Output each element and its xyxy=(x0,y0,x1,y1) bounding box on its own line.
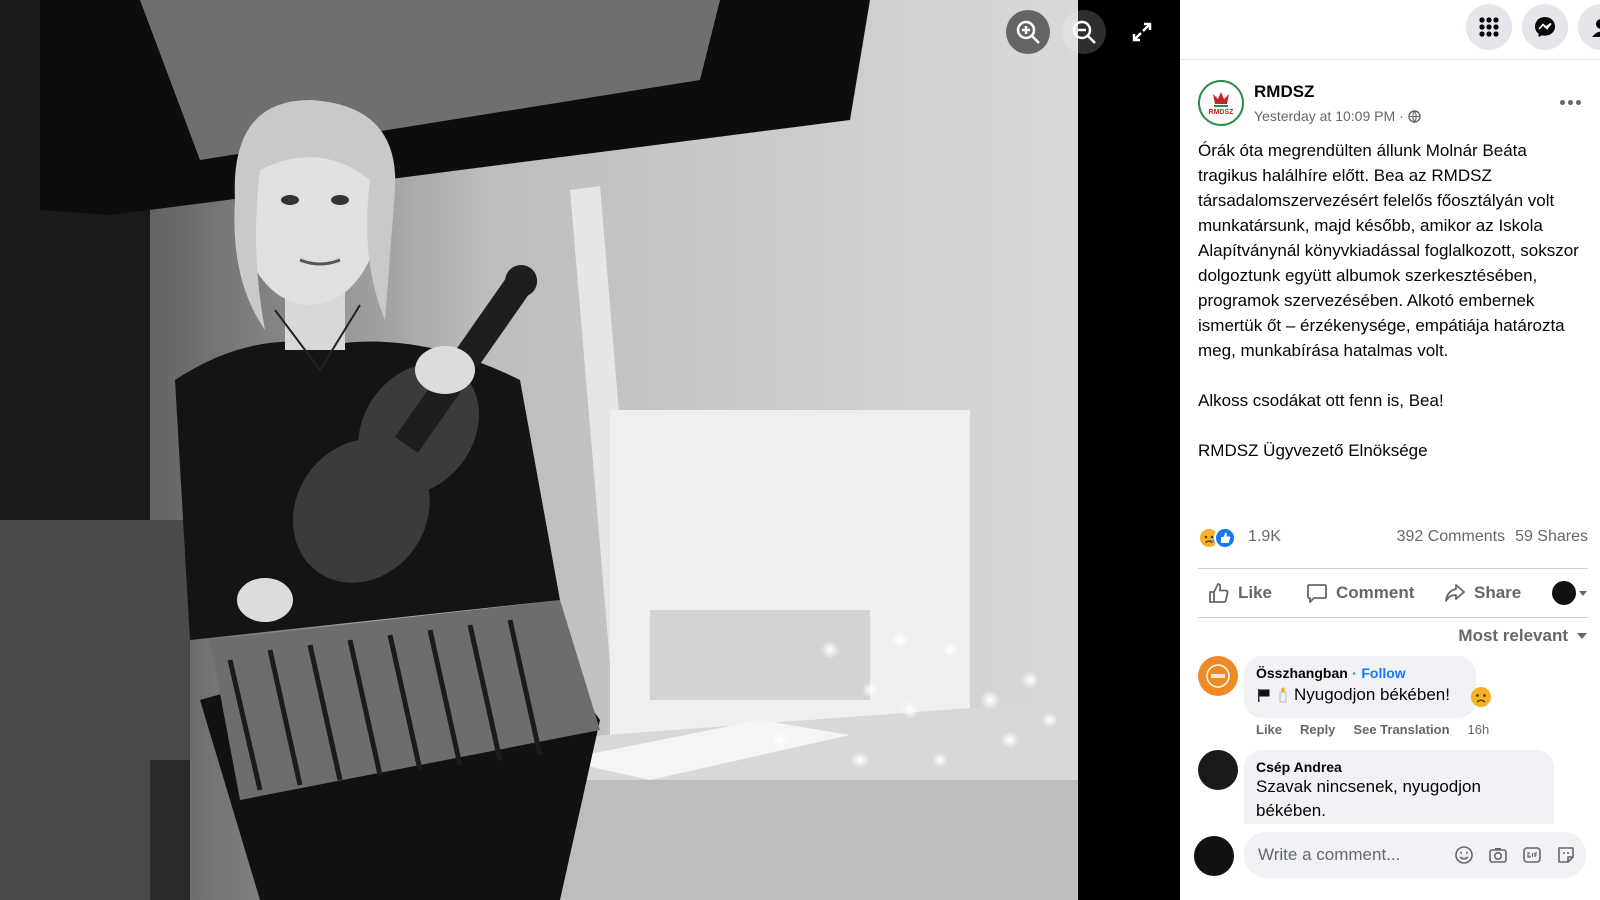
page-avatar[interactable]: RMDSZ xyxy=(1198,80,1244,126)
comment-item: Összhangban · Follow Nyugodjon békében! xyxy=(1198,656,1588,742)
comment-item: Csép Andrea Szavak nincsenek, nyugodjon … xyxy=(1198,750,1588,824)
share-label: Share xyxy=(1474,583,1522,602)
comment-sort-dropdown[interactable]: Most relevant xyxy=(1458,626,1588,646)
follow-link[interactable]: Follow xyxy=(1361,665,1405,681)
post-timestamp[interactable]: Yesterday at 10:09 PM xyxy=(1254,108,1395,124)
shares-count[interactable]: 59 Shares xyxy=(1515,528,1588,546)
comment-composer xyxy=(1194,832,1588,880)
top-navigation-bar xyxy=(1180,0,1600,60)
comment-bubble: Csép Andrea Szavak nincsenek, nyugodjon … xyxy=(1244,750,1554,824)
sticker-icon xyxy=(1558,847,1574,863)
sad-emoji-icon[interactable] xyxy=(1470,686,1492,708)
user-avatar[interactable] xyxy=(1194,836,1234,876)
sort-label: Most relevant xyxy=(1458,626,1568,645)
share-button[interactable]: Share xyxy=(1444,582,1521,604)
meta-separator: · xyxy=(1399,108,1404,124)
comment-actions: Like Reply See Translation 16h xyxy=(1256,722,1489,737)
globe-icon xyxy=(1408,109,1421,123)
comment-reply-link[interactable]: Reply xyxy=(1300,722,1335,737)
page-logo-icon xyxy=(1206,664,1230,688)
commenter-avatar[interactable] xyxy=(1198,750,1238,790)
post-paragraph: Alkoss csodákat ott fenn is, Bea! xyxy=(1198,391,1444,410)
caret-down-icon xyxy=(1577,633,1587,639)
reaction-count[interactable]: 1.9K xyxy=(1248,528,1281,546)
post-body: Órák óta megrendülten állunk Molnár Beát… xyxy=(1198,138,1588,463)
messenger-button[interactable] xyxy=(1522,4,1568,50)
post-meta: Yesterday at 10:09 PM · xyxy=(1254,108,1421,124)
fullscreen-button[interactable] xyxy=(1120,10,1164,54)
comments-count[interactable]: 392 Comments xyxy=(1397,528,1506,546)
tulip-logo-icon xyxy=(1213,92,1229,107)
post-header: RMDSZ RMDSZ Yesterday at 10:09 PM · xyxy=(1198,80,1588,132)
photo-image xyxy=(0,0,1078,900)
comment-input[interactable] xyxy=(1258,832,1448,878)
fullscreen-icon xyxy=(1132,22,1152,42)
comment-text: Szavak nincsenek, nyugodjon békében. xyxy=(1256,777,1481,820)
photo-viewer xyxy=(0,0,1180,900)
account-button[interactable] xyxy=(1578,4,1600,50)
emoji-button[interactable] xyxy=(1454,845,1474,865)
post-paragraph: Órák óta megrendülten állunk Molnár Beát… xyxy=(1198,141,1579,360)
comment-label: Comment xyxy=(1336,583,1415,602)
camera-icon xyxy=(1489,848,1507,863)
more-dot-icon xyxy=(1559,99,1565,105)
like-label: Like xyxy=(1238,583,1273,602)
reaction-icons[interactable] xyxy=(1198,527,1248,551)
more-dot-icon xyxy=(1575,99,1581,105)
comment-bubble-icon xyxy=(1307,584,1327,603)
engagement-counts: 392 Comments 59 Shares xyxy=(1397,528,1588,546)
more-options-button[interactable] xyxy=(1552,90,1588,114)
follow-separator: · xyxy=(1352,665,1357,681)
zoom-in-button[interactable] xyxy=(1006,10,1050,54)
comment-text-row: Nyugodjon békében! xyxy=(1256,683,1464,707)
comment-input-box xyxy=(1244,832,1586,878)
like-button[interactable]: Like xyxy=(1208,582,1272,604)
zoom-in-icon xyxy=(1016,20,1040,44)
candle-icon xyxy=(1279,687,1287,703)
black-flag-icon xyxy=(1258,689,1270,702)
post-side-panel: RMDSZ RMDSZ Yesterday at 10:09 PM · Órák… xyxy=(1180,60,1600,900)
messenger-icon xyxy=(1535,17,1555,37)
photo-button[interactable] xyxy=(1488,845,1508,865)
post-actions-bar: Like Comment Share xyxy=(1198,568,1588,618)
menu-button[interactable] xyxy=(1466,4,1512,50)
comment-author[interactable]: Csép Andrea xyxy=(1256,759,1542,775)
comment-author[interactable]: Összhangban xyxy=(1256,665,1348,681)
user-avatar xyxy=(1552,581,1576,605)
see-translation-link[interactable]: See Translation xyxy=(1353,722,1449,737)
sticker-button[interactable] xyxy=(1556,845,1576,865)
commenter-avatar[interactable] xyxy=(1198,656,1238,696)
page-name-link[interactable]: RMDSZ xyxy=(1254,82,1314,102)
reactions-summary: 1.9K 392 Comments 59 Shares xyxy=(1198,525,1588,553)
composer-tools xyxy=(1454,845,1576,865)
account-icon xyxy=(1592,19,1600,37)
thumbs-up-icon xyxy=(1209,583,1229,603)
post-paragraph: RMDSZ Ügyvezető Elnöksége xyxy=(1198,441,1428,460)
avatar-logo-text: RMDSZ xyxy=(1208,109,1234,116)
zoom-out-icon xyxy=(1072,20,1096,44)
gif-icon xyxy=(1523,847,1541,863)
comment-text: Nyugodjon békében! xyxy=(1294,685,1450,704)
gif-button[interactable] xyxy=(1522,845,1542,865)
smiley-icon xyxy=(1455,846,1473,864)
more-dot-icon xyxy=(1567,99,1573,105)
caret-down-icon xyxy=(1579,591,1587,596)
share-arrow-icon xyxy=(1445,584,1465,602)
comment-button[interactable]: Comment xyxy=(1306,582,1414,604)
like-reaction-icon xyxy=(1214,527,1236,549)
comment-like-link[interactable]: Like xyxy=(1256,722,1282,737)
comment-time[interactable]: 16h xyxy=(1468,722,1490,737)
reaction-identity-selector[interactable] xyxy=(1552,581,1588,605)
comment-bubble: Összhangban · Follow Nyugodjon békében! xyxy=(1244,656,1476,718)
post-photo xyxy=(0,0,1078,900)
grid-menu-icon xyxy=(1479,17,1499,37)
zoom-out-button[interactable] xyxy=(1062,10,1106,54)
